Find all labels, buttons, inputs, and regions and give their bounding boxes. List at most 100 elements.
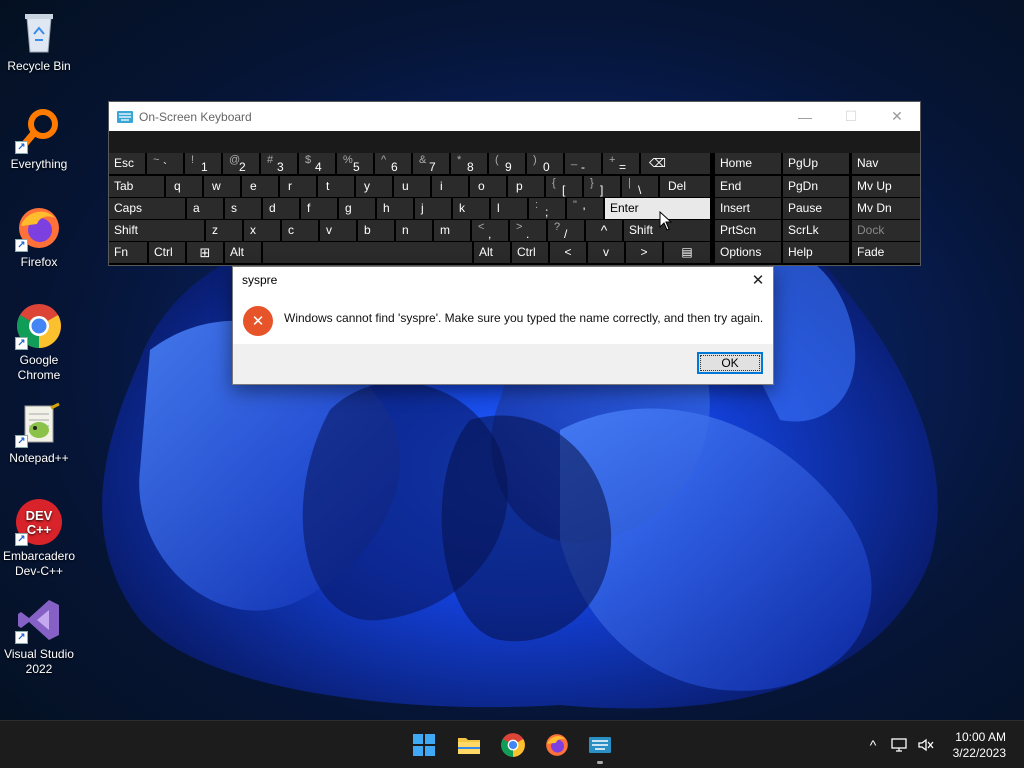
- key-comma[interactable]: <,: [472, 220, 508, 241]
- ok-button[interactable]: OK: [697, 352, 763, 374]
- key-fade[interactable]: Fade: [852, 242, 920, 263]
- desktop-icon-notepadpp[interactable]: ↗ Notepad++: [0, 400, 78, 466]
- key-d[interactable]: d: [263, 198, 299, 219]
- key-scrlk[interactable]: ScrLk: [783, 220, 849, 241]
- desktop-icon-devcpp[interactable]: DEV C++ ↗ Embarcadero Dev-C++: [0, 498, 78, 579]
- key-4[interactable]: $4: [299, 153, 335, 174]
- key-u[interactable]: u: [394, 176, 430, 197]
- key-close-bracket[interactable]: }]: [584, 176, 620, 197]
- taskbar-firefox[interactable]: [541, 729, 573, 761]
- key-caps[interactable]: Caps: [109, 198, 185, 219]
- key-arrow-left[interactable]: <: [550, 242, 586, 263]
- key-n[interactable]: n: [396, 220, 432, 241]
- key-t[interactable]: t: [318, 176, 354, 197]
- tray-volume[interactable]: [915, 735, 937, 755]
- maximize-button[interactable]: ☐: [828, 102, 874, 131]
- key-prtscn[interactable]: PrtScn: [715, 220, 781, 241]
- tray-network[interactable]: [889, 735, 911, 755]
- desktop-icon-google-chrome[interactable]: ↗ Google Chrome: [0, 302, 78, 383]
- taskbar-chrome[interactable]: [497, 729, 529, 761]
- key-esc[interactable]: Esc: [109, 153, 145, 174]
- key-nav[interactable]: Nav: [852, 153, 920, 174]
- key-period[interactable]: >.: [510, 220, 546, 241]
- key-q[interactable]: q: [166, 176, 202, 197]
- key-1[interactable]: ! 1: [185, 153, 221, 174]
- key-l[interactable]: l: [491, 198, 527, 219]
- key-i[interactable]: i: [432, 176, 468, 197]
- desktop-icon-recycle-bin[interactable]: Recycle Bin: [0, 8, 78, 74]
- key-p[interactable]: p: [508, 176, 544, 197]
- start-button[interactable]: [408, 729, 440, 761]
- key-2[interactable]: @2: [223, 153, 259, 174]
- key-7[interactable]: & 7: [413, 153, 449, 174]
- key-tab[interactable]: Tab: [109, 176, 164, 197]
- key-c[interactable]: c: [282, 220, 318, 241]
- key-insert[interactable]: Insert: [715, 198, 781, 219]
- key-backspace[interactable]: ⌫: [641, 153, 710, 174]
- key-equals[interactable]: + =: [603, 153, 639, 174]
- key-backslash[interactable]: | \: [622, 176, 658, 197]
- taskbar-clock[interactable]: 10:00 AM 3/22/2023: [953, 729, 1006, 761]
- key-z[interactable]: z: [206, 220, 242, 241]
- key-home[interactable]: Home: [715, 153, 781, 174]
- key-slash[interactable]: ? /: [548, 220, 584, 241]
- key-6[interactable]: ^ 6: [375, 153, 411, 174]
- key-f[interactable]: f: [301, 198, 337, 219]
- key-enter[interactable]: Enter: [605, 198, 710, 219]
- key-help[interactable]: Help: [783, 242, 849, 263]
- key-v[interactable]: v: [320, 220, 356, 241]
- key-alt-left[interactable]: Alt: [225, 242, 261, 263]
- taskbar-on-screen-keyboard[interactable]: [584, 729, 616, 761]
- key-b[interactable]: b: [358, 220, 394, 241]
- key-0[interactable]: ) 0: [527, 153, 563, 174]
- key-fn[interactable]: Fn: [109, 242, 147, 263]
- key-r[interactable]: r: [280, 176, 316, 197]
- key-backtick[interactable]: ~ `: [147, 153, 183, 174]
- key-9[interactable]: (9: [489, 153, 525, 174]
- key-dock[interactable]: Dock: [852, 220, 920, 241]
- key-3[interactable]: #3: [261, 153, 297, 174]
- key-o[interactable]: o: [470, 176, 506, 197]
- desktop-icon-firefox[interactable]: ↗ Firefox: [0, 204, 78, 270]
- desktop-icon-visual-studio[interactable]: ↗ Visual Studio 2022: [0, 596, 78, 677]
- key-shift-left[interactable]: Shift: [109, 220, 204, 241]
- key-options[interactable]: Options: [715, 242, 781, 263]
- key-pgup[interactable]: PgUp: [783, 153, 849, 174]
- key-s[interactable]: s: [225, 198, 261, 219]
- tray-overflow-chevron[interactable]: ^: [862, 735, 884, 755]
- key-y[interactable]: y: [356, 176, 392, 197]
- osk-titlebar[interactable]: On-Screen Keyboard — ☐ ✕: [109, 102, 920, 131]
- key-a[interactable]: a: [187, 198, 223, 219]
- key-e[interactable]: e: [242, 176, 278, 197]
- key-j[interactable]: j: [415, 198, 451, 219]
- key-pgdn[interactable]: PgDn: [783, 176, 849, 197]
- key-g[interactable]: g: [339, 198, 375, 219]
- key-semicolon[interactable]: :;: [529, 198, 565, 219]
- key-k[interactable]: k: [453, 198, 489, 219]
- close-button[interactable]: ✕: [874, 102, 920, 131]
- key-m[interactable]: m: [434, 220, 470, 241]
- key-arrow-down[interactable]: v: [588, 242, 624, 263]
- key-w[interactable]: w: [204, 176, 240, 197]
- minimize-button[interactable]: —: [782, 102, 828, 131]
- key-arrow-right[interactable]: >: [626, 242, 662, 263]
- key-8[interactable]: * 8: [451, 153, 487, 174]
- key-x[interactable]: x: [244, 220, 280, 241]
- desktop-icon-everything[interactable]: ↗ Everything: [0, 106, 78, 172]
- key-ctrl-right[interactable]: Ctrl: [512, 242, 548, 263]
- key-quote[interactable]: " ': [567, 198, 603, 219]
- key-del[interactable]: Del: [660, 176, 710, 197]
- key-space[interactable]: [263, 242, 472, 263]
- key-menu[interactable]: ▤: [664, 242, 710, 263]
- key-windows[interactable]: ⊞: [187, 242, 223, 263]
- taskbar-file-explorer[interactable]: [453, 729, 485, 761]
- key-5[interactable]: % 5: [337, 153, 373, 174]
- key-h[interactable]: h: [377, 198, 413, 219]
- key-mv-dn[interactable]: Mv Dn: [852, 198, 920, 219]
- key-end[interactable]: End: [715, 176, 781, 197]
- key-open-bracket[interactable]: {[: [546, 176, 582, 197]
- dialog-close-button[interactable]: ✕: [743, 267, 773, 293]
- key-pause[interactable]: Pause: [783, 198, 849, 219]
- key-ctrl-left[interactable]: Ctrl: [149, 242, 185, 263]
- key-mv-up[interactable]: Mv Up: [852, 176, 920, 197]
